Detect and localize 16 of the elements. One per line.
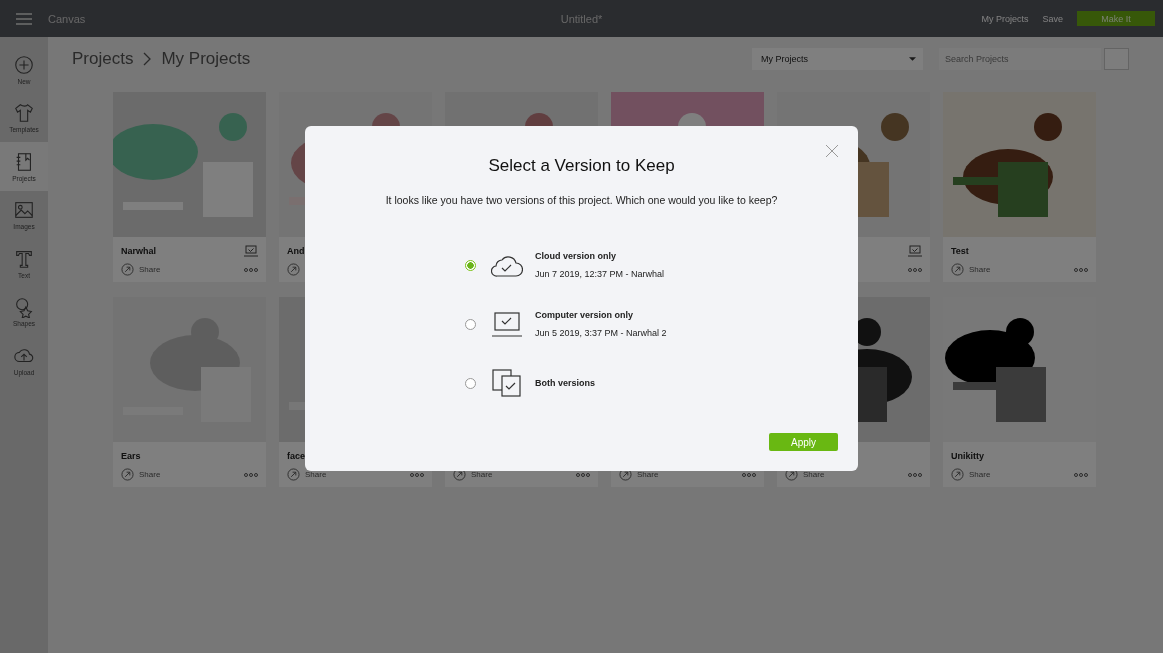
project-title: face — [287, 451, 305, 461]
breadcrumb-item: My Projects — [161, 49, 251, 69]
option-label: Both versions — [535, 378, 595, 388]
dialog-message: It looks like you have two versions of this project. Which one would you like to keep? — [384, 194, 779, 206]
option-label: Computer version only — [535, 310, 634, 320]
project-title: Ears — [121, 451, 141, 461]
document-title: Untitled* — [560, 12, 603, 25]
option-label: Cloud version only — [535, 251, 617, 261]
dialog-title: Select a Version to Keep — [487, 156, 676, 176]
app-name: Canvas — [48, 12, 86, 25]
option-detail: Jun 7 2019, 12:37 PM - Narwhal — [535, 269, 665, 279]
project-title: Test — [951, 246, 969, 256]
project-title: Narwhal — [121, 246, 156, 256]
option-detail: Jun 5 2019, 3:37 PM - Narwhal 2 — [535, 328, 667, 338]
project-title: Unikitty — [951, 451, 984, 461]
project-title: And — [287, 246, 305, 256]
